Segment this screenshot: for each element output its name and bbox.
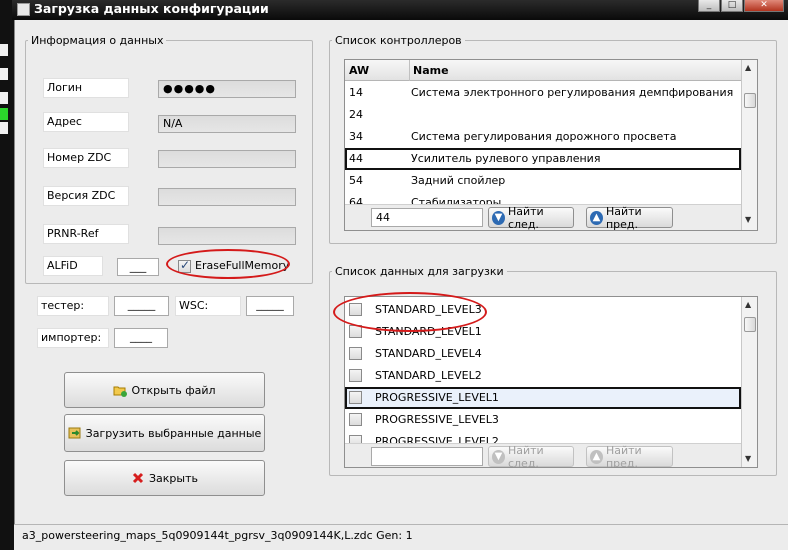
controller-aw: 54 (349, 174, 363, 187)
tester-field[interactable]: _____ (114, 296, 169, 316)
maximize-button[interactable]: □ (721, 0, 743, 12)
arrow-up-icon: ▲ (590, 210, 603, 225)
info-group-title: Информация о данных (28, 34, 167, 47)
data-search-input[interactable] (371, 447, 483, 466)
data-list-item[interactable]: STANDARD_LEVEL4 (345, 343, 741, 365)
controller-row[interactable]: 24 (345, 104, 741, 126)
data-item-checkbox[interactable] (349, 347, 362, 360)
window-title: Загрузка данных конфигурации (34, 1, 269, 16)
controllers-search-input[interactable]: 44 (371, 208, 483, 227)
app-icon (17, 3, 30, 16)
status-text: a3_powersteering_maps_5q0909144t_pgrsv_3… (22, 529, 413, 542)
data-find-prev-button[interactable]: ▲ Найти пред. (586, 443, 673, 468)
data-item-label: PROGRESSIVE_LEVEL3 (375, 413, 499, 426)
load-selected-button[interactable]: Загрузить выбранные данные (64, 414, 265, 452)
annotation-ellipse-standard-level3 (333, 292, 487, 332)
login-field[interactable]: ●●●●● (158, 80, 296, 98)
find-prev-label: Найти пред. (605, 443, 642, 468)
load-selected-label: Загрузить выбранные данные (85, 426, 262, 440)
scroll-up-arrow-icon[interactable]: ▲ (745, 63, 751, 72)
load-arrow-icon (68, 426, 82, 440)
controller-aw: 14 (349, 86, 363, 99)
data-item-label: STANDARD_LEVEL4 (375, 347, 482, 360)
zdc-number-field[interactable] (158, 150, 296, 168)
data-item-label: PROGRESSIVE_LEVEL2 (375, 435, 499, 443)
controller-aw: 64 (349, 196, 363, 204)
controller-row[interactable]: 14 Система электронного регулирования де… (345, 82, 741, 104)
data-item-label: PROGRESSIVE_LEVEL1 (375, 391, 499, 404)
data-list-item-selected[interactable]: PROGRESSIVE_LEVEL1 (345, 387, 741, 409)
controllers-find-prev-button[interactable]: ▲ Найти пред. (586, 204, 673, 231)
data-item-checkbox[interactable] (349, 369, 362, 382)
arrow-down-icon: ▼ (492, 210, 505, 225)
controller-name: Усилитель рулевого управления (411, 152, 601, 165)
controller-name: Задний спойлер (411, 174, 506, 187)
controllers-find-next-button[interactable]: ▼ Найти след. (488, 204, 574, 231)
alfid-field[interactable]: ___ (117, 258, 159, 276)
controller-row[interactable]: 54 Задний спойлер (345, 170, 741, 192)
data-item-label: STANDARD_LEVEL2 (375, 369, 482, 382)
data-group-title: Список данных для загрузки (332, 265, 507, 278)
controller-row-selected[interactable]: 44 Усилитель рулевого управления (345, 148, 741, 170)
data-item-checkbox[interactable] (349, 391, 362, 404)
controllers-group-title: Список контроллеров (332, 34, 465, 47)
data-list-item[interactable]: STANDARD_LEVEL2 (345, 365, 741, 387)
data-item-checkbox[interactable] (349, 435, 362, 443)
controller-aw: 24 (349, 108, 363, 121)
controller-row[interactable]: 34 Система регулирования дорожного просв… (345, 126, 741, 148)
tester-label: тестер: (37, 296, 109, 316)
find-prev-label: Найти пред. (605, 204, 642, 231)
controller-name: Система электронного регулирования демпф… (411, 86, 734, 99)
arrow-up-icon: ▲ (590, 449, 603, 464)
arrow-down-icon: ▼ (492, 449, 505, 464)
column-header-aw[interactable]: AW (349, 64, 369, 77)
wsc-label: WSC: (175, 296, 241, 316)
controllers-list-header: AW Name (345, 60, 741, 81)
zdc-number-label: Номер ZDC (43, 148, 129, 168)
controller-name: Система регулирования дорожного просвета (411, 130, 677, 143)
column-header-name[interactable]: Name (413, 64, 449, 77)
open-folder-icon (113, 383, 128, 397)
minimize-button[interactable]: _ (698, 0, 720, 12)
data-list-item[interactable]: PROGRESSIVE_LEVEL2 (345, 431, 741, 443)
close-x-icon (131, 471, 145, 485)
find-next-label: Найти след. (507, 443, 544, 468)
prnr-field[interactable] (158, 227, 296, 245)
status-bar: a3_powersteering_maps_5q0909144t_pgrsv_3… (14, 524, 788, 550)
data-item-checkbox[interactable] (349, 413, 362, 426)
scroll-down-arrow-icon[interactable]: ▼ (745, 215, 751, 224)
data-scrollbar[interactable]: ▲ ▼ (741, 297, 757, 467)
annotation-ellipse-erase (166, 249, 290, 279)
background-window-strip (0, 0, 14, 550)
data-list-item[interactable]: PROGRESSIVE_LEVEL3 (345, 409, 741, 431)
scroll-up-arrow-icon[interactable]: ▲ (745, 300, 751, 309)
controller-name: Стабилизаторы (411, 196, 502, 204)
address-label: Адрес (43, 112, 129, 132)
controllers-list[interactable]: AW Name 14 Система электронного регулиро… (344, 59, 758, 231)
scrollbar-thumb[interactable] (744, 93, 756, 108)
controller-row[interactable]: 64 Стабилизаторы (345, 192, 741, 204)
close-button[interactable]: Закрыть (64, 460, 265, 496)
wsc-field[interactable]: _____ (246, 296, 294, 316)
open-file-button[interactable]: Открыть файл (64, 372, 265, 408)
close-label: Закрыть (149, 471, 198, 485)
data-find-next-button[interactable]: ▼ Найти след. (488, 443, 574, 468)
scroll-down-arrow-icon[interactable]: ▼ (745, 454, 751, 463)
login-label: Логин (43, 78, 129, 98)
alfid-label: ALFiD (43, 256, 103, 276)
controllers-scrollbar[interactable]: ▲ ▼ (741, 60, 757, 230)
address-field[interactable]: N/A (158, 115, 296, 133)
zdc-version-label: Версия ZDC (43, 186, 129, 206)
prnr-label: PRNR-Ref (43, 224, 129, 244)
find-next-label: Найти след. (507, 204, 544, 231)
close-window-button[interactable]: ✕ (744, 0, 784, 12)
scrollbar-thumb[interactable] (744, 317, 756, 332)
controller-aw: 34 (349, 130, 363, 143)
controller-aw: 44 (349, 152, 363, 165)
zdc-version-field[interactable] (158, 188, 296, 206)
open-file-label: Открыть файл (131, 383, 216, 397)
importer-field[interactable]: ____ (114, 328, 168, 348)
importer-label: импортер: (37, 328, 109, 348)
